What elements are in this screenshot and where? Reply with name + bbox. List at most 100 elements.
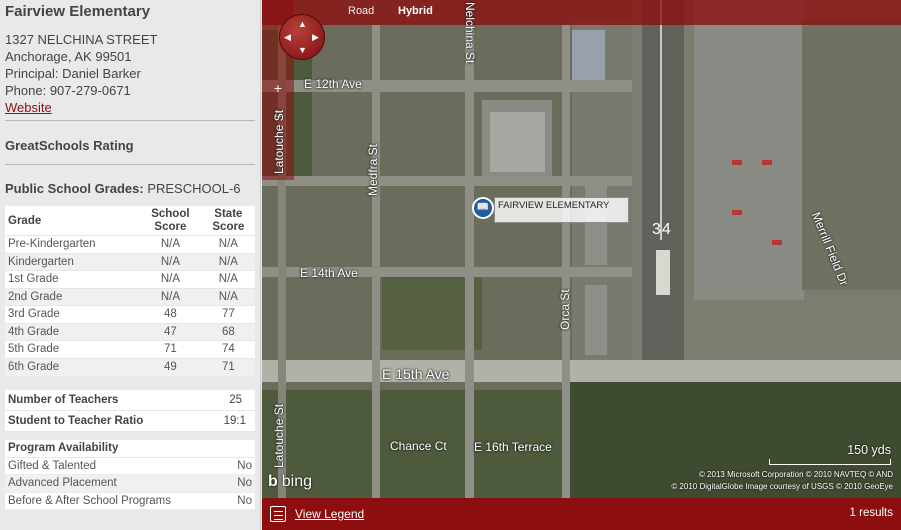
state-score-cell: 77 <box>201 305 255 323</box>
pan-up-icon[interactable]: ▲ <box>298 20 307 29</box>
school-score-cell: N/A <box>139 235 202 253</box>
pan-right-icon[interactable]: ▶ <box>312 33 319 42</box>
table-row: 6th Grade 49 71 <box>5 357 255 376</box>
school-score-cell: N/A <box>139 252 202 271</box>
grade-cell: 6th Grade <box>5 357 140 376</box>
programs-heading: Program Availability <box>5 440 255 458</box>
program-name: Advanced Placement <box>8 477 117 490</box>
program-name: Gifted & Talented <box>8 459 97 472</box>
grades-offered-label: Public School Grades: <box>5 181 144 196</box>
grade-cell: 2nd Grade <box>5 287 140 306</box>
street-label-e12: E 12th Ave <box>304 77 362 91</box>
program-name: Before & After School Programs <box>8 494 171 507</box>
grade-cell: 5th Grade <box>5 340 140 358</box>
street-label-chance: Chance Ct <box>390 439 447 453</box>
program-availability: No <box>237 494 252 507</box>
address-line-1: 1327 NELCHINA STREET <box>5 32 158 47</box>
grades-offered-value: PRESCHOOL-6 <box>147 181 241 196</box>
street-label-e14: E 14th Ave <box>300 266 358 280</box>
program-row: Advanced Placement No <box>5 475 255 493</box>
grade-cell: 3rd Grade <box>5 305 140 323</box>
view-legend-link[interactable]: View Legend <box>295 507 364 521</box>
map-view[interactable]: Road Hybrid ▲ ▼ ◀ ▶ + − E 12th Ave E 14t… <box>262 0 901 498</box>
state-score-column-header: State Score <box>212 208 245 233</box>
state-score-cell: N/A <box>201 252 255 271</box>
phone-number: Phone: 907-279-0671 <box>5 83 131 98</box>
bing-logo: b bing <box>268 473 313 490</box>
copyright-line-2: © 2010 DigitalGlobe Image courtesy of US… <box>671 482 893 491</box>
school-score-cell: N/A <box>139 287 202 306</box>
divider <box>5 120 255 121</box>
staff-box: Number of Teachers 25 Student to Teacher… <box>5 389 255 432</box>
table-row: 2nd Grade N/A N/A <box>5 287 255 306</box>
copyright-line-1: © 2013 Microsoft Corporation © 2010 NAVT… <box>698 470 893 479</box>
street-label-medfra: Medfra St <box>366 143 380 196</box>
school-name: Fairview Elementary <box>5 3 151 20</box>
state-score-cell: N/A <box>201 270 255 288</box>
program-row: Before & After School Programs No <box>5 493 255 510</box>
table-row: 5th Grade 71 74 <box>5 340 255 358</box>
ratio-row: Student to Teacher Ratio 19:1 <box>5 411 255 432</box>
program-availability: No <box>237 459 252 472</box>
grade-cell: Pre-Kindergarten <box>5 235 140 253</box>
rating-heading: GreatSchools Rating <box>5 138 134 153</box>
street-label-e16: E 16th Terrace <box>474 440 552 454</box>
school-score-cell: 48 <box>139 305 202 323</box>
runway-number: 34 <box>652 221 672 238</box>
state-score-cell: N/A <box>201 235 255 253</box>
street-label-nelchina: Nelchina St <box>463 2 477 64</box>
ratio-value: 19:1 <box>223 414 246 427</box>
map-bottom-bar: View Legend 1 results <box>262 498 901 530</box>
school-score-cell: 49 <box>139 357 202 376</box>
programs-box: Program Availability Gifted & Talented No… <box>5 439 255 510</box>
state-score-cell: 71 <box>201 357 255 376</box>
teachers-value: 25 <box>229 393 242 406</box>
results-count: 1 results <box>849 507 893 519</box>
legend-list-icon[interactable] <box>270 506 286 522</box>
school-pin-label[interactable]: FAIRVIEW ELEMENTARY <box>494 197 629 223</box>
street-label-orca: Orca St <box>558 289 572 330</box>
table-row: 4th Grade 47 68 <box>5 322 255 341</box>
state-score-cell: 74 <box>201 340 255 358</box>
teachers-label: Number of Teachers <box>8 393 119 406</box>
map-style-bar: Road Hybrid <box>262 0 901 25</box>
grade-column-header: Grade <box>8 214 42 227</box>
principal-name: Principal: Daniel Barker <box>5 66 141 81</box>
grades-offered: Public School Grades: PRESCHOOL-6 <box>5 181 255 198</box>
hybrid-view-tab[interactable]: Hybrid <box>398 5 433 17</box>
pan-down-icon[interactable]: ▼ <box>298 46 307 55</box>
zoom-in-button[interactable]: + <box>270 80 286 96</box>
divider <box>5 164 255 165</box>
school-score-column-header: School Score <box>151 208 190 233</box>
school-pin-icon[interactable]: 📖 <box>472 197 494 219</box>
pan-left-icon[interactable]: ◀ <box>284 33 291 42</box>
address-line-2: Anchorage, AK 99501 <box>5 49 132 64</box>
school-details-panel: Fairview Elementary 1327 NELCHINA STREET… <box>0 0 261 530</box>
state-score-cell: N/A <box>201 287 255 306</box>
score-table: Grade School Score State Score Pre-Kinderg… <box>5 206 255 376</box>
school-score-cell: 47 <box>139 322 202 341</box>
ratio-label: Student to Teacher Ratio <box>8 414 144 427</box>
state-score-cell: 68 <box>201 322 255 341</box>
pan-control[interactable]: ▲ ▼ ◀ ▶ <box>279 14 325 60</box>
scale-bar <box>769 459 891 465</box>
score-table-header: Grade School Score State Score <box>5 206 255 236</box>
school-score-cell: 71 <box>139 340 202 358</box>
street-label-latouche-top: Latouche St <box>272 109 286 174</box>
table-row: Pre-Kindergarten N/A N/A <box>5 235 255 253</box>
teachers-row: Number of Teachers 25 <box>5 390 255 411</box>
street-label-latouche-bottom: Latouche St <box>272 403 286 468</box>
website-link[interactable]: Website <box>5 99 52 116</box>
aerial-imagery <box>262 0 901 498</box>
table-row: 1st Grade N/A N/A <box>5 270 255 288</box>
grade-cell: Kindergarten <box>5 252 140 271</box>
program-row: Gifted & Talented No <box>5 458 255 475</box>
grade-cell: 4th Grade <box>5 322 140 341</box>
grade-cell: 1st Grade <box>5 270 140 288</box>
road-view-tab[interactable]: Road <box>348 5 374 17</box>
scale-label: 150 yds <box>847 443 891 457</box>
table-row: 3rd Grade 48 77 <box>5 305 255 323</box>
program-availability: No <box>237 477 252 490</box>
school-score-cell: N/A <box>139 270 202 288</box>
table-row: Kindergarten N/A N/A <box>5 252 255 271</box>
